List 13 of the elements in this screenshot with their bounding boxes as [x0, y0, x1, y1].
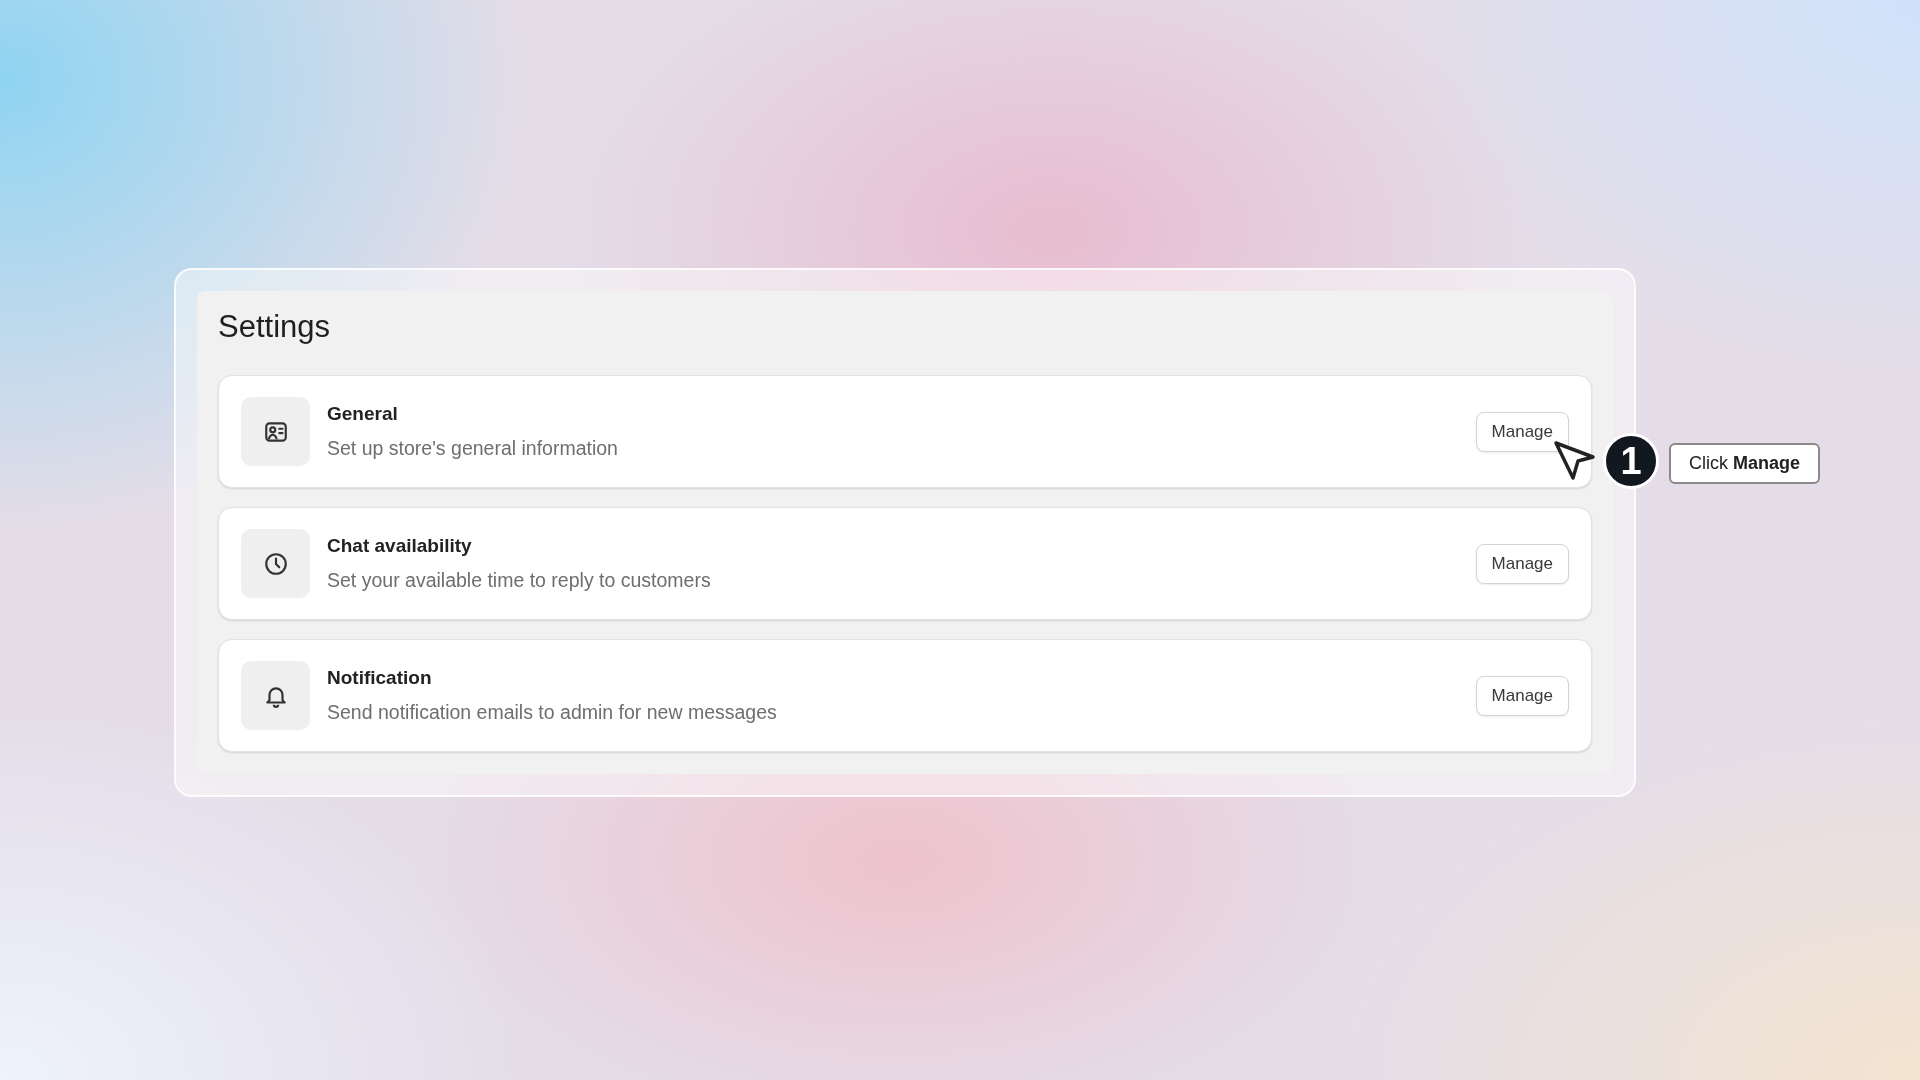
manage-button[interactable]: Manage — [1475, 411, 1569, 452]
page-title: Settings — [218, 309, 331, 345]
setting-description: Set up store's general information — [327, 437, 619, 460]
clock-icon — [262, 550, 289, 577]
setting-description: Set your available time to reply to customers — [327, 569, 712, 592]
manage-button[interactable]: Manage — [1475, 675, 1569, 716]
setting-description: Send notification emails to admin for new messages — [327, 701, 778, 724]
callout-label: Click Manage — [1669, 443, 1821, 484]
manage-button[interactable]: Manage — [1475, 543, 1569, 584]
setting-title: Chat availability — [327, 535, 473, 557]
step-badge: 1 — [1603, 433, 1659, 489]
setting-title: Notification — [327, 667, 433, 689]
setting-title: General — [327, 403, 399, 425]
